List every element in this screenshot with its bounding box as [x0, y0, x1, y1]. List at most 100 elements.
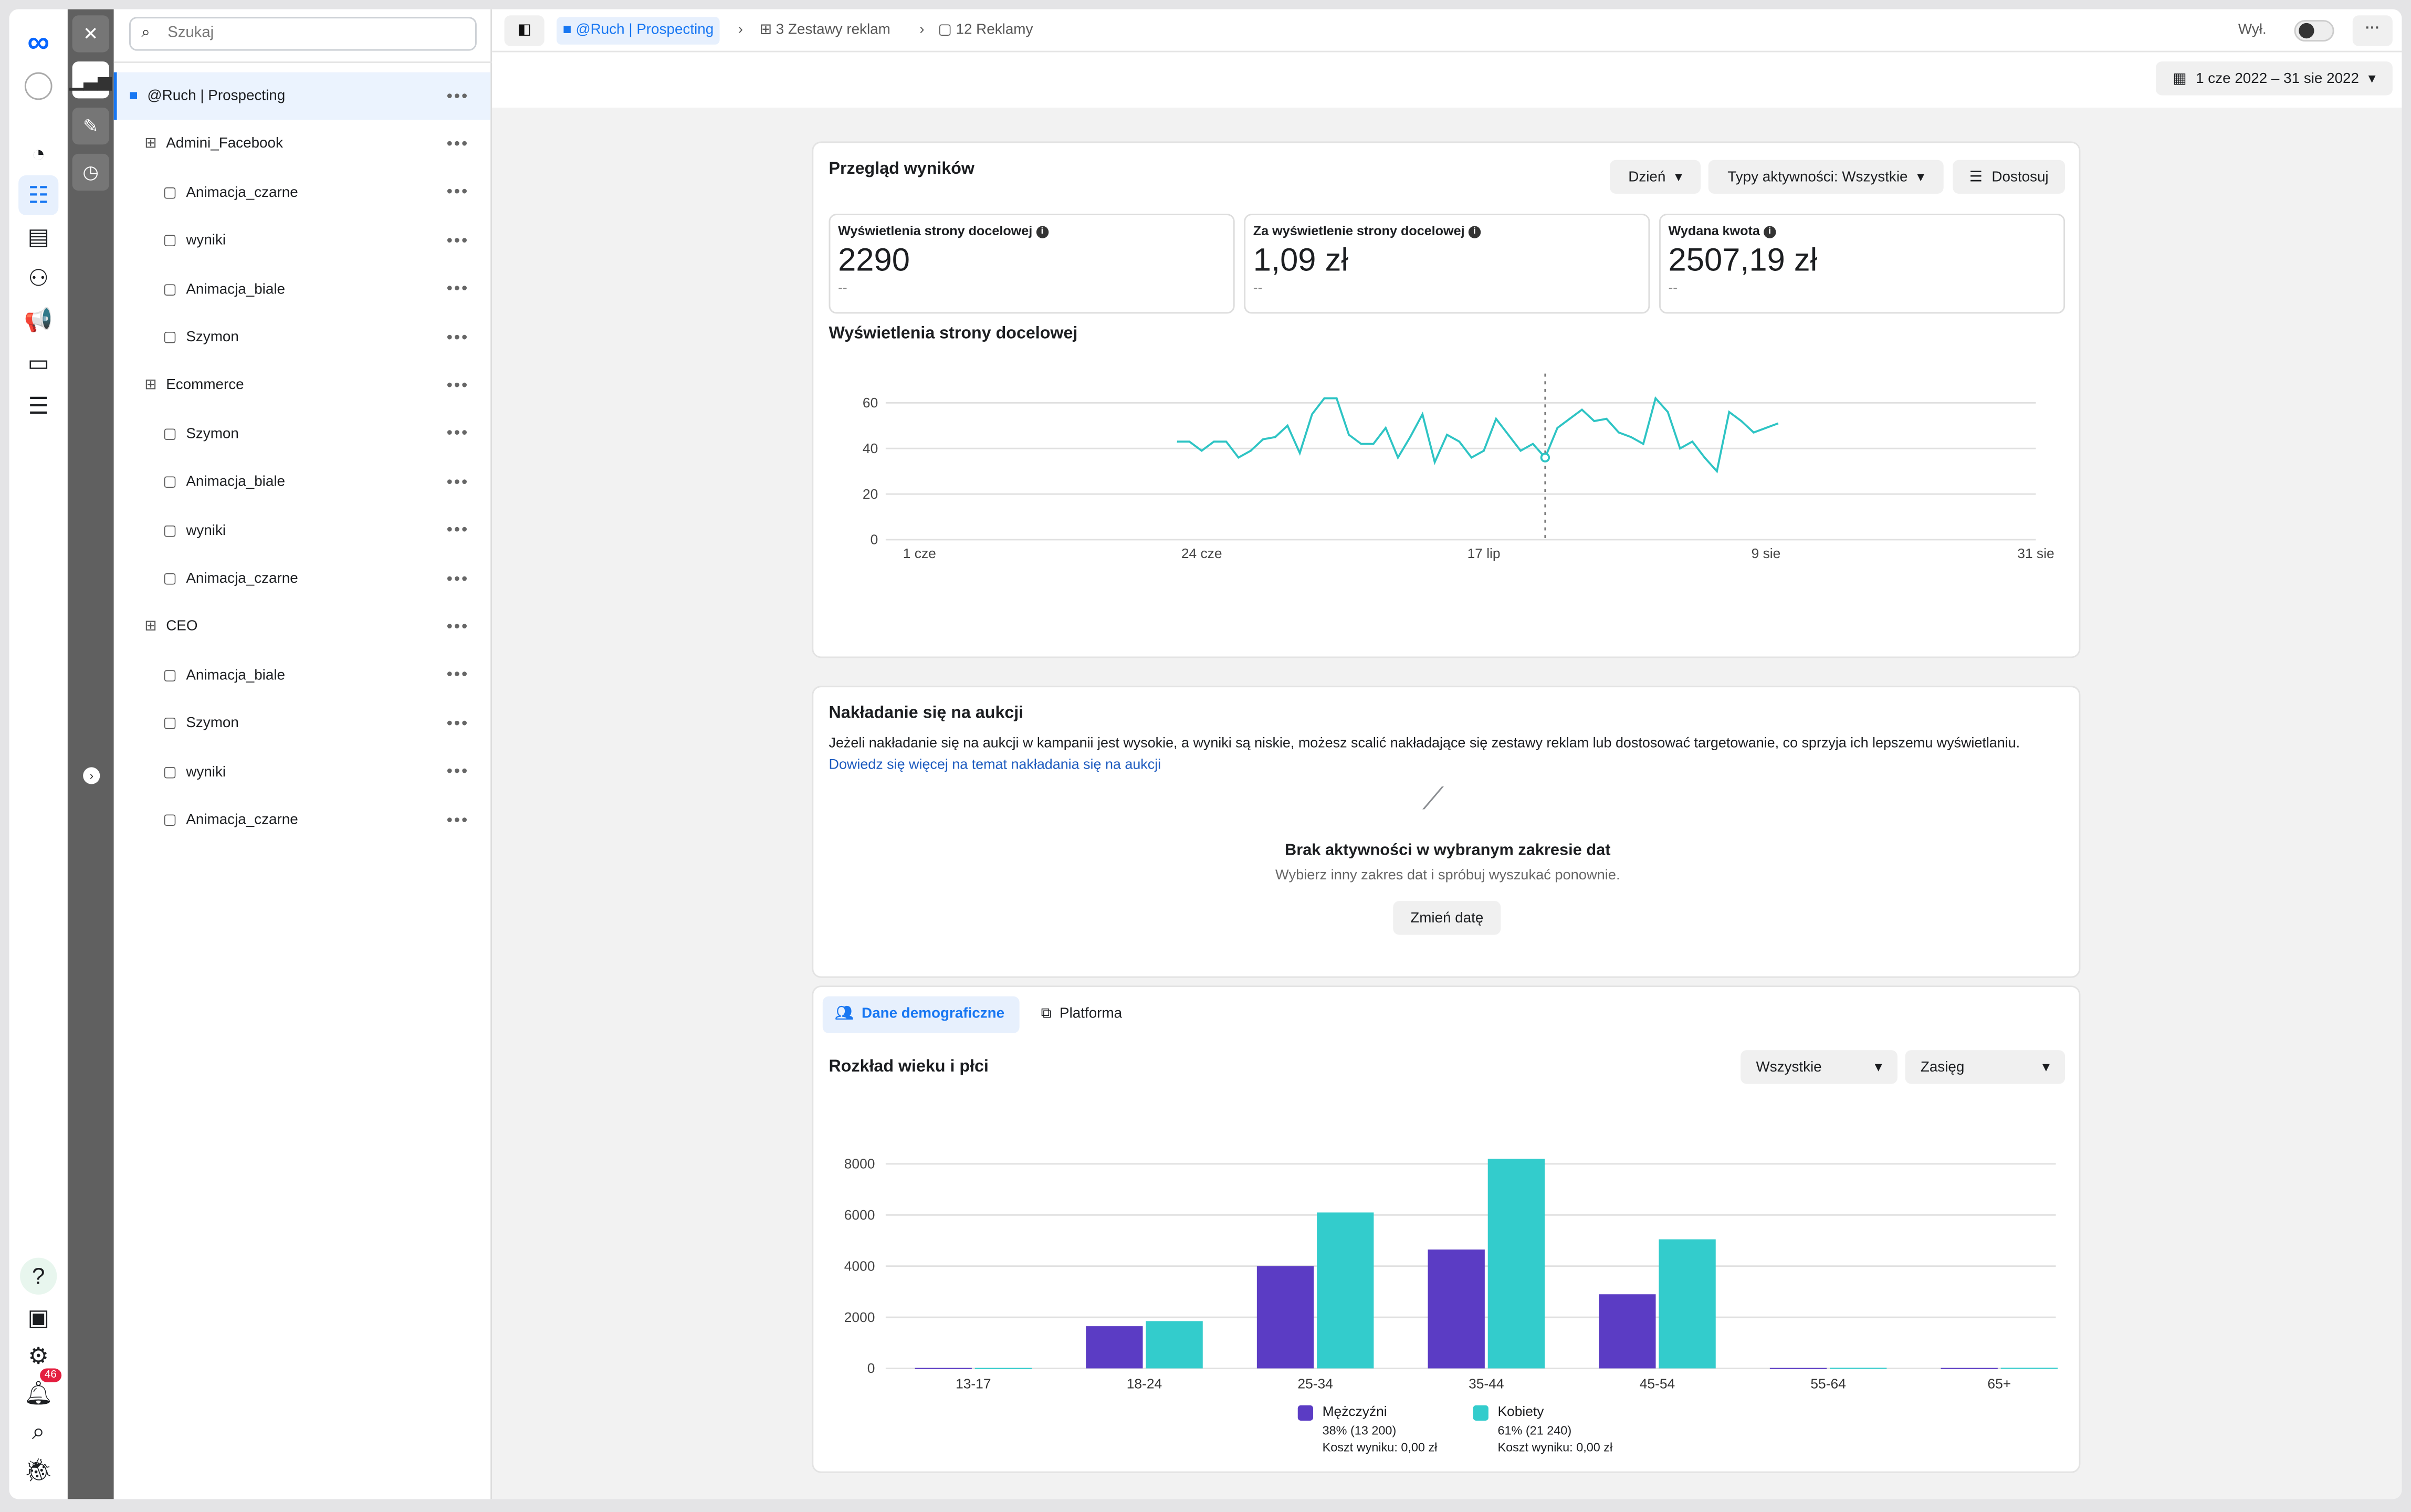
- tree-item-ad[interactable]: ▢ Animacja_czarne •••: [114, 796, 491, 844]
- gender-filter-dropdown[interactable]: Wszystkie ▾: [1741, 1050, 1898, 1084]
- change-date-button[interactable]: Zmień datę: [1393, 901, 1501, 935]
- customize-button[interactable]: ☰ Dostosuj: [1953, 160, 2066, 194]
- bug-report-icon[interactable]: 🐞︎: [20, 1452, 57, 1488]
- more-options-icon[interactable]: •••: [447, 521, 469, 540]
- breadcrumb-adsets[interactable]: ⊞ 3 Zestawy reklam: [760, 17, 890, 45]
- audiences-icon[interactable]: ⚇: [20, 260, 57, 297]
- x-tick-label: 17 lip: [1467, 545, 1501, 561]
- calendar-icon: ▦: [2173, 70, 2187, 87]
- tree-search-input[interactable]: ⌕ Szukaj: [129, 17, 477, 51]
- bar-women: [1830, 1367, 1887, 1369]
- meta-logo-icon[interactable]: ∞: [20, 25, 57, 61]
- reports-icon[interactable]: ▤: [20, 218, 57, 255]
- more-options-icon[interactable]: •••: [447, 570, 469, 588]
- more-options-icon[interactable]: •••: [447, 135, 469, 153]
- tree-item-ad[interactable]: ▢ wyniki •••: [114, 217, 491, 265]
- bar-men: [915, 1368, 972, 1369]
- more-options-icon[interactable]: •••: [447, 666, 469, 685]
- ad-icon: ▢: [163, 280, 177, 298]
- campaign-tree: ⌕ Szukaj ■ @Ruch | Prospecting ••• ⊞ Admini_F…: [113, 9, 492, 1499]
- notifications-bell-icon[interactable]: 🔔︎ 46: [20, 1368, 61, 1411]
- more-options-icon[interactable]: •••: [447, 328, 469, 346]
- info-icon[interactable]: i: [1036, 225, 1049, 238]
- ads-megaphone-icon[interactable]: 📢: [20, 301, 57, 338]
- day-dropdown[interactable]: Dzień ▾: [1610, 160, 1701, 194]
- more-options-icon[interactable]: •••: [447, 376, 469, 395]
- tree-item-campaign[interactable]: ■ @Ruch | Prospecting •••: [113, 72, 491, 120]
- age-gender-title: Rozkład wieku i płci: [829, 1057, 989, 1077]
- tree-item-ad[interactable]: ▢ Animacja_biale •••: [114, 265, 491, 313]
- x-tick-label: 9 sie: [1752, 545, 1781, 561]
- tree-item-ad[interactable]: ▢ Animacja_biale •••: [114, 458, 491, 506]
- ad-icon: ▢: [163, 715, 177, 732]
- tree-item-ad[interactable]: ▢ Szymon •••: [114, 700, 491, 748]
- legend-name: Mężczyźni: [1322, 1403, 1387, 1420]
- ad-icon: ▢: [163, 667, 177, 684]
- tree-item-ad[interactable]: ▢ Animacja_czarne •••: [114, 169, 491, 217]
- y-tick-label: 0: [871, 532, 878, 548]
- edit-pencil-icon[interactable]: ✎: [72, 108, 109, 145]
- metric-dropdown[interactable]: Zasięg ▾: [1905, 1050, 2066, 1084]
- more-options-icon[interactable]: •••: [447, 232, 469, 250]
- campaigns-table-icon[interactable]: ☷: [18, 175, 59, 216]
- campaign-toggle[interactable]: [2294, 20, 2334, 42]
- customize-label: Dostosuj: [1991, 168, 2049, 185]
- crumb-label: @Ruch | Prospecting: [575, 22, 714, 39]
- more-options-icon[interactable]: •••: [447, 811, 469, 830]
- crumb-label: 12 Reklamy: [956, 22, 1033, 39]
- more-options-icon[interactable]: •••: [447, 280, 469, 298]
- tab-platform[interactable]: ⧉ Platforma: [1041, 996, 1122, 1033]
- more-options-icon[interactable]: •••: [447, 763, 469, 781]
- tree-item-ad[interactable]: ▢ Animacja_biale •••: [114, 652, 491, 699]
- metric-delta: --: [838, 280, 847, 296]
- more-options-icon[interactable]: •••: [447, 715, 469, 733]
- dashboard-gauge-icon[interactable]: ◔: [20, 135, 57, 172]
- bar-women: [1146, 1321, 1203, 1369]
- breadcrumb-ads[interactable]: ▢ 12 Reklamy: [938, 17, 1033, 45]
- overlap-text: Jeżeli nakładanie się na aukcji w kampan…: [829, 734, 2020, 751]
- sidebar-toggle-icon[interactable]: ◧: [504, 15, 544, 46]
- tree-item-ad[interactable]: ▢ Animacja_czarne •••: [114, 555, 491, 603]
- close-icon[interactable]: ✕: [72, 15, 109, 52]
- search-placeholder: Szukaj: [167, 24, 214, 42]
- more-options-icon[interactable]: •••: [447, 473, 469, 491]
- tree-item-adset[interactable]: ⊞ CEO •••: [114, 603, 491, 651]
- more-options-icon[interactable]: •••: [447, 618, 469, 636]
- metric-card[interactable]: Wydana kwota i 2507,19 zł --: [1659, 214, 2066, 314]
- charts-icon[interactable]: ▁▃▅: [69, 61, 112, 99]
- expand-chevron-icon[interactable]: ›: [83, 767, 100, 784]
- tab-demographics[interactable]: 👥︎ Dane demograficzne: [822, 996, 1020, 1034]
- y-tick-label: 4000: [844, 1258, 875, 1274]
- tree-item-ad[interactable]: ▢ wyniki •••: [114, 507, 491, 554]
- tree-item-ad[interactable]: ▢ Szymon •••: [114, 410, 491, 458]
- news-icon[interactable]: ▣: [20, 1299, 57, 1336]
- breadcrumb-campaign[interactable]: ■ @Ruch | Prospecting: [557, 17, 720, 45]
- learn-more-link[interactable]: Dowiedz się więcej na temat nakładania s…: [829, 755, 1161, 771]
- tree-item-adset[interactable]: ⊞ Ecommerce •••: [114, 362, 491, 410]
- more-options-icon[interactable]: ···: [2352, 15, 2393, 46]
- metric-card[interactable]: Za wyświetlenie strony docelowej i 1,09 z…: [1244, 214, 1650, 314]
- date-range-picker[interactable]: ▦ 1 cze 2022 – 31 sie 2022 ▾: [2155, 61, 2393, 96]
- more-options-icon[interactable]: •••: [447, 87, 469, 105]
- account-avatar[interactable]: [24, 72, 53, 100]
- x-tick-label: 35-44: [1469, 1376, 1504, 1392]
- help-icon[interactable]: ?: [20, 1257, 57, 1295]
- history-clock-icon[interactable]: ◷: [72, 153, 109, 191]
- tree-item-ad[interactable]: ▢ Szymon •••: [114, 313, 491, 361]
- tree-item-ad[interactable]: ▢ wyniki •••: [114, 748, 491, 796]
- info-icon[interactable]: i: [1763, 225, 1776, 238]
- divider: [113, 61, 492, 64]
- menu-icon[interactable]: ☰: [20, 387, 57, 424]
- search-icon[interactable]: ⌕: [20, 1413, 57, 1450]
- activity-type-dropdown[interactable]: Typy aktywności: Wszystkie ▾: [1708, 160, 1944, 194]
- more-options-icon[interactable]: •••: [447, 183, 469, 202]
- more-options-icon[interactable]: •••: [447, 425, 469, 443]
- metric-card[interactable]: Wyświetlenia strony docelowej i 2290 --: [829, 214, 1235, 314]
- bar-men: [1256, 1266, 1314, 1369]
- info-icon[interactable]: i: [1468, 225, 1481, 238]
- tree-item-adset[interactable]: ⊞ Admini_Facebook •••: [114, 121, 491, 169]
- tree-item-label: @Ruch | Prospecting: [147, 87, 286, 105]
- billing-card-icon[interactable]: ▭: [20, 344, 57, 381]
- activity-label: Typy aktywności: Wszystkie: [1727, 168, 1908, 185]
- y-tick-label: 0: [867, 1360, 875, 1376]
